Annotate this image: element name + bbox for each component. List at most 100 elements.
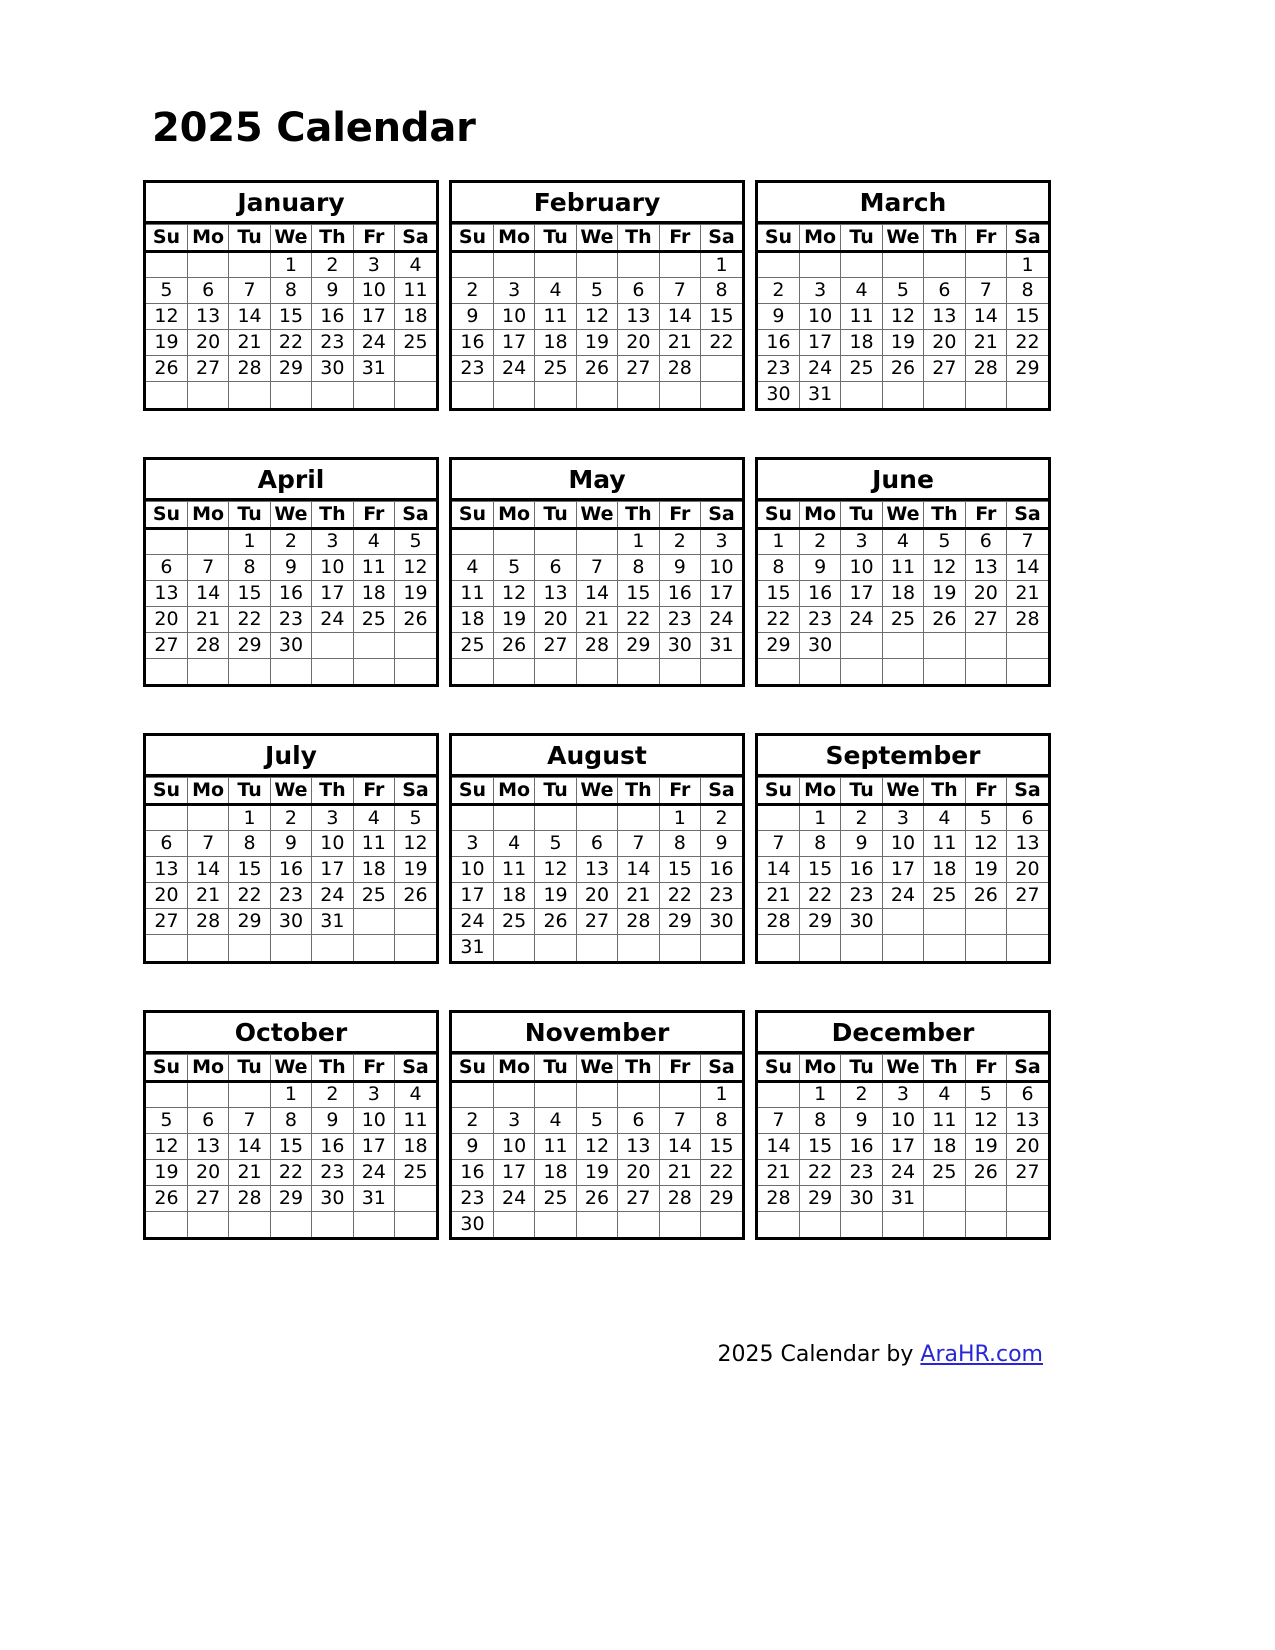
day-cell[interactable]: 28 <box>186 631 230 659</box>
day-cell[interactable]: 16 <box>452 329 494 356</box>
day-cell[interactable]: 18 <box>394 1132 436 1160</box>
day-cell[interactable]: 28 <box>758 1184 800 1212</box>
day-cell[interactable]: 26 <box>146 1184 188 1212</box>
day-cell[interactable]: 17 <box>311 579 354 607</box>
day-cell[interactable]: 31 <box>798 381 842 408</box>
day-cell[interactable]: 12 <box>881 303 925 330</box>
day-cell[interactable]: 20 <box>186 329 230 356</box>
day-cell[interactable]: 15 <box>758 579 800 607</box>
day-cell[interactable]: 22 <box>228 605 271 633</box>
day-cell[interactable]: 18 <box>881 579 925 607</box>
day-cell[interactable]: 25 <box>394 329 436 356</box>
day-cell[interactable]: 8 <box>269 277 313 304</box>
day-cell[interactable]: 22 <box>700 1158 742 1186</box>
day-cell[interactable]: 9 <box>311 277 354 304</box>
day-cell[interactable]: 13 <box>186 1132 230 1160</box>
day-cell[interactable]: 26 <box>394 882 436 909</box>
day-cell[interactable]: 24 <box>700 605 742 633</box>
day-cell[interactable]: 29 <box>658 908 702 935</box>
day-cell[interactable]: 12 <box>575 303 619 330</box>
day-cell[interactable]: 6 <box>186 1106 230 1134</box>
day-cell[interactable]: 29 <box>798 1184 842 1212</box>
day-cell[interactable]: 26 <box>881 355 925 382</box>
day-cell[interactable]: 7 <box>758 830 800 857</box>
day-cell[interactable]: 8 <box>758 553 800 581</box>
day-cell[interactable]: 16 <box>311 303 354 330</box>
day-cell[interactable]: 21 <box>228 1158 271 1186</box>
day-cell[interactable]: 8 <box>228 553 271 581</box>
day-cell[interactable]: 11 <box>534 1132 577 1160</box>
day-cell[interactable]: 26 <box>964 882 1008 909</box>
day-cell[interactable]: 30 <box>798 631 842 659</box>
day-cell[interactable]: 17 <box>881 856 925 883</box>
day-cell[interactable]: 23 <box>452 1184 494 1212</box>
day-cell[interactable]: 3 <box>492 1106 536 1134</box>
day-cell[interactable]: 24 <box>798 355 842 382</box>
day-cell[interactable]: 24 <box>492 355 536 382</box>
day-cell[interactable]: 11 <box>840 303 883 330</box>
day-cell[interactable]: 22 <box>228 882 271 909</box>
day-cell[interactable]: 26 <box>964 1158 1008 1186</box>
day-cell[interactable]: 19 <box>492 605 536 633</box>
day-cell[interactable]: 13 <box>186 303 230 330</box>
day-cell[interactable]: 20 <box>146 882 188 909</box>
day-cell[interactable]: 24 <box>840 605 883 633</box>
day-cell[interactable]: 5 <box>923 527 966 555</box>
day-cell[interactable]: 16 <box>798 579 842 607</box>
day-cell[interactable]: 15 <box>228 856 271 883</box>
day-cell[interactable]: 10 <box>352 1106 396 1134</box>
day-cell[interactable]: 6 <box>617 277 660 304</box>
day-cell[interactable]: 17 <box>492 329 536 356</box>
day-cell[interactable]: 13 <box>923 303 966 330</box>
day-cell[interactable]: 11 <box>881 553 925 581</box>
day-cell[interactable]: 9 <box>269 553 313 581</box>
day-cell[interactable]: 8 <box>1006 277 1048 304</box>
day-cell[interactable]: 1 <box>1006 251 1048 278</box>
day-cell[interactable]: 15 <box>269 303 313 330</box>
day-cell[interactable]: 6 <box>1006 804 1048 831</box>
day-cell[interactable]: 12 <box>964 1106 1008 1134</box>
day-cell[interactable]: 4 <box>352 804 396 831</box>
day-cell[interactable]: 12 <box>146 303 188 330</box>
day-cell[interactable]: 3 <box>352 251 396 278</box>
day-cell[interactable]: 20 <box>1006 1132 1048 1160</box>
day-cell[interactable]: 9 <box>269 830 313 857</box>
day-cell[interactable]: 4 <box>352 527 396 555</box>
day-cell[interactable]: 26 <box>534 908 577 935</box>
day-cell[interactable]: 1 <box>228 804 271 831</box>
day-cell[interactable]: 5 <box>881 277 925 304</box>
day-cell[interactable]: 13 <box>617 303 660 330</box>
day-cell[interactable]: 7 <box>658 277 702 304</box>
day-cell[interactable]: 26 <box>575 355 619 382</box>
day-cell[interactable]: 20 <box>617 329 660 356</box>
day-cell[interactable]: 14 <box>658 1132 702 1160</box>
day-cell[interactable]: 5 <box>146 277 188 304</box>
day-cell[interactable]: 9 <box>700 830 742 857</box>
day-cell[interactable]: 4 <box>881 527 925 555</box>
day-cell[interactable]: 2 <box>840 804 883 831</box>
day-cell[interactable]: 21 <box>758 1158 800 1186</box>
day-cell[interactable]: 28 <box>658 355 702 382</box>
day-cell[interactable]: 11 <box>394 1106 436 1134</box>
day-cell[interactable]: 27 <box>617 355 660 382</box>
day-cell[interactable]: 5 <box>146 1106 188 1134</box>
day-cell[interactable]: 26 <box>394 605 436 633</box>
day-cell[interactable]: 11 <box>452 579 494 607</box>
day-cell[interactable]: 6 <box>575 830 619 857</box>
day-cell[interactable]: 6 <box>923 277 966 304</box>
day-cell[interactable]: 1 <box>228 527 271 555</box>
day-cell[interactable]: 23 <box>311 329 354 356</box>
day-cell[interactable]: 19 <box>923 579 966 607</box>
day-cell[interactable]: 2 <box>269 527 313 555</box>
day-cell[interactable]: 21 <box>186 882 230 909</box>
day-cell[interactable]: 23 <box>840 882 883 909</box>
day-cell[interactable]: 18 <box>452 605 494 633</box>
day-cell[interactable]: 12 <box>394 553 436 581</box>
day-cell[interactable]: 12 <box>146 1132 188 1160</box>
day-cell[interactable]: 29 <box>617 631 660 659</box>
day-cell[interactable]: 27 <box>964 605 1008 633</box>
day-cell[interactable]: 23 <box>452 355 494 382</box>
day-cell[interactable]: 18 <box>840 329 883 356</box>
day-cell[interactable]: 10 <box>840 553 883 581</box>
day-cell[interactable]: 16 <box>700 856 742 883</box>
